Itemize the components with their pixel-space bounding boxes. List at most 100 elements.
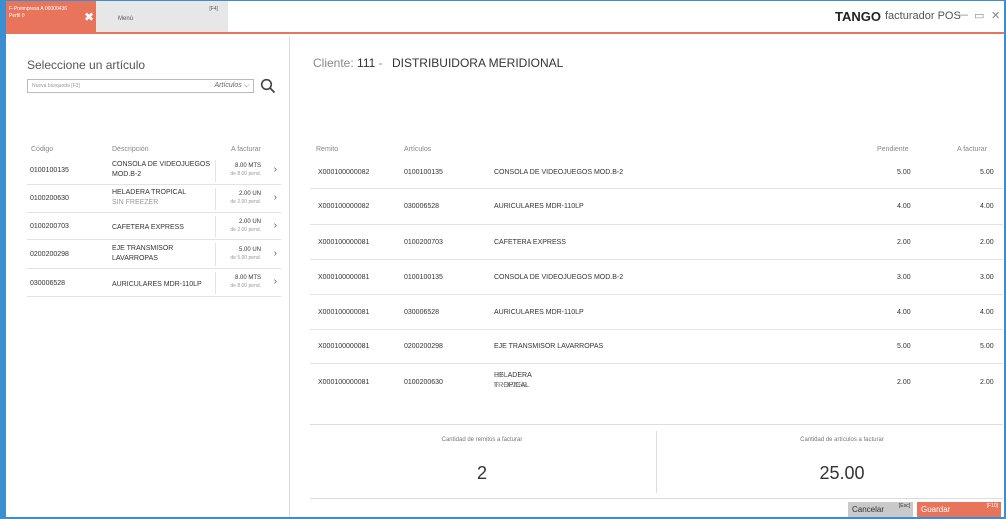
row-desc: CAFETERA EXPRESS [494,239,566,246]
search-input[interactable]: Nueva búsqueda [F3] Artículos ⌵ [27,79,254,93]
table-row[interactable]: X000100000081 0100200630 HELADERA TROPIC… [310,364,1003,400]
row-pendiente: 5.00 [897,169,911,176]
list-item[interactable]: 0100100135 CONSOLA DE VIDEOJUEGOS MOD.B-… [27,157,281,185]
table-row[interactable]: X000100000081 0200200298 EJE TRANSMISOR … [310,330,1003,364]
row-code: 0200200298 [404,343,443,350]
minimize-icon[interactable]: — [957,9,968,21]
item-code: 030006528 [30,280,66,287]
item-qty: 8.00 MTS de 8.00 pend. [215,160,265,182]
client-header: Cliente: 111 - DISTRIBUIDORA MERIDIONAL [313,56,563,70]
item-desc: CAFETERA EXPRESS [112,224,184,231]
article-selector-title: Seleccione un artículo [27,58,146,72]
chevron-right-icon[interactable]: › [274,192,277,203]
col-a-facturar: A facturar [231,146,261,153]
row-a-facturar: 4.00 [980,309,994,316]
row-pendiente: 5.00 [897,343,911,350]
search-scope-select[interactable]: Artículos ⌵ [215,82,250,90]
title-bar: F-Preimpresa A 00000436 Perfil 0 ✖ Menú … [0,0,1006,34]
item-code: 0100200703 [30,223,69,230]
col-descripcion: Descripción [112,146,149,153]
table-row[interactable]: X000100000081 0100200703 CAFETERA EXPRES… [310,225,1003,260]
remitos-count-value: 2 [476,463,487,483]
table-row[interactable]: X000100000082 030006528 AURICULARES MDR-… [310,189,1003,225]
col-codigo: Código [31,146,54,153]
row-code: 0100100135 [404,169,443,176]
row-desc: AURICULARES MDR-110LP [494,203,584,210]
row-a-facturar: 5.00 [980,343,994,350]
brand: TANGO facturador POS [835,8,961,24]
row-a-facturar: 4.00 [980,203,994,210]
list-item[interactable]: 0200200298 EJE TRANSMISOR LAVARROPAS 5.0… [27,240,281,269]
item-desc: AURICULARES MDR-110LP [112,281,202,288]
chevron-right-icon[interactable]: › [274,248,277,259]
item-qty: 2.00 UN de 2.00 pend. [215,216,265,237]
client-label: Cliente: [313,56,354,70]
row-desc: EJE TRANSMISOR LAVARROPAS [494,343,604,350]
maximize-icon[interactable]: ▭ [974,9,984,22]
col-pendiente: Pendiente [877,146,909,153]
row-desc: AURICULARES MDR-110LP [494,309,584,316]
item-desc: CONSOLA DE VIDEOJUEGOS MOD.B-2 [112,161,211,178]
row-remito: X000100000081 [318,274,370,281]
cancel-button-label: Cancelar [852,505,885,514]
item-qty: 8.00 MTS de 8.00 pend. [215,272,265,294]
col-a-facturar-right: A facturar [957,146,987,153]
item-code: 0100200630 [30,195,69,202]
articulos-count-label: Cantidad de artículos a facturar [800,437,884,443]
close-tab-icon[interactable]: ✖ [82,10,96,24]
save-button[interactable]: Guardar [F10] [917,502,1001,517]
search-icon[interactable] [260,78,276,94]
row-a-facturar: 2.00 [980,239,994,246]
row-code: 0100100135 [404,274,443,281]
list-item[interactable]: 0100200703 CAFETERA EXPRESS 2.00 UN de 2.… [27,213,281,240]
row-remito: X000100000081 [318,309,370,316]
row-code: 030006528 [404,309,440,316]
client-separator: - [378,56,383,70]
tab-invoice-profile: Perfil 0 [9,13,25,19]
table-row[interactable]: X000100000082 0100100135 CONSOLA DE VIDE… [310,157,1003,189]
row-a-facturar: 2.00 [980,379,994,386]
row-pendiente: 4.00 [897,203,911,210]
client-code: 111 [357,56,376,70]
cancel-button[interactable]: Cancelar [Esc] [848,502,913,517]
row-remito: X000100000081 [318,379,370,386]
brand-logo: TANGO [835,8,881,24]
row-remito: X000100000082 [318,169,370,176]
tab-menu-label: Menú [118,16,134,22]
chevron-right-icon[interactable]: › [274,220,277,231]
table-row[interactable]: X000100000081 0100100135 CONSOLA DE VIDE… [310,260,1003,295]
table-row[interactable]: X000100000081 030006528 AURICULARES MDR-… [310,295,1003,330]
articulos-count-value: 25.00 [819,463,865,483]
row-a-facturar: 5.00 [980,169,994,176]
summary-divider [656,431,657,493]
tab-menu[interactable]: Menú [F4] [96,1,228,32]
close-icon[interactable]: ✕ [991,9,1000,22]
col-articulos: Artículos [404,146,432,153]
tab-invoice-title: F-Preimpresa A 00000436 [9,6,68,12]
client-name: DISTRIBUIDORA MERIDIONAL [391,56,564,70]
row-pendiente: 3.00 [897,274,911,281]
row-remito: X000100000081 [318,343,370,350]
item-qty: 2.00 UN de 2.00 pend. [215,188,265,210]
item-desc: HELADERA TROPICAL SIN FREEZER [112,189,187,206]
row-pendiente: 4.00 [897,309,911,316]
chevron-right-icon[interactable]: › [274,276,277,287]
item-code: 0200200298 [30,251,69,258]
row-remito: X000100000082 [318,203,370,210]
row-a-facturar: 3.00 [980,274,994,281]
row-desc: CONSOLA DE VIDEOJUEGOS MOD.B-2 [494,274,624,281]
remitos-count-label: Cantidad de remitos a facturar [441,437,523,443]
chevron-right-icon[interactable]: › [274,164,277,175]
summary-panel: Cantidad de remitos a facturar 2 Cantida… [310,424,1003,499]
tab-menu-shortcut: [F4] [209,6,218,12]
list-item[interactable]: 0100200630 HELADERA TROPICAL SIN FREEZER … [27,185,281,213]
col-remito: Remito [316,146,339,153]
item-code: 0100100135 [30,167,69,174]
row-pendiente: 2.00 [897,239,911,246]
cancel-shortcut: [Esc] [898,503,910,509]
list-item[interactable]: 030006528 AURICULARES MDR-110LP 8.00 MTS… [27,269,281,297]
item-qty: 5.00 UN de 5.00 pend. [215,243,265,266]
row-desc: CONSOLA DE VIDEOJUEGOS MOD.B-2 [494,169,624,176]
search-placeholder: Nueva búsqueda [F3] [32,83,80,89]
tab-invoice[interactable]: F-Preimpresa A 00000436 Perfil 0 ✖ [6,1,96,32]
